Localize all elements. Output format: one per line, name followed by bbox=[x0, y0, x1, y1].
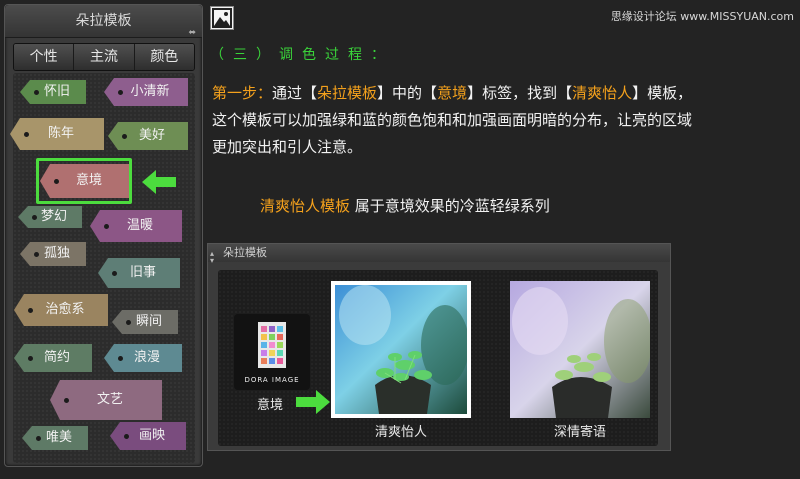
tag-old-things[interactable]: 旧事 bbox=[98, 258, 180, 288]
tab-color[interactable]: 颜色 bbox=[134, 44, 194, 70]
tag-dreamy[interactable]: 梦幻 bbox=[18, 206, 82, 228]
para-text-3: 】标签，找到【 bbox=[467, 84, 573, 102]
para-text-2: 】中的【 bbox=[377, 84, 438, 102]
highlight-tag-name: 意境 bbox=[437, 84, 468, 102]
tag-moment[interactable]: 瞬间 bbox=[112, 310, 178, 334]
highlight-preset-name: 清爽怡人 bbox=[572, 84, 633, 102]
panel-tabs: 个性 主流 颜色 bbox=[13, 43, 195, 71]
tag-warm[interactable]: 温暖 bbox=[90, 210, 182, 242]
drag-handle-icon[interactable]: ▴ ▾ bbox=[210, 250, 214, 265]
tab-personality[interactable]: 个性 bbox=[14, 44, 75, 70]
plant-photo-fresh bbox=[335, 285, 469, 414]
para-line-2: 这个模板可以加强绿和蓝的颜色饱和和加强画面明暗的分布，让亮的区域 bbox=[212, 111, 693, 129]
logo-label: 意境 bbox=[256, 398, 283, 413]
dora-grid-icon bbox=[258, 322, 286, 368]
tag-simple[interactable]: 简约 bbox=[14, 344, 92, 372]
thumb1-label: 清爽怡人 bbox=[374, 425, 427, 440]
tag-lonely[interactable]: 孤独 bbox=[20, 242, 86, 266]
left-arrow-icon bbox=[142, 170, 176, 194]
tab-mainstream[interactable]: 主流 bbox=[74, 44, 135, 70]
thumb2-label: 深情寄语 bbox=[553, 425, 606, 440]
para-text-4: 】模板， bbox=[632, 84, 693, 102]
dora-image-logo[interactable]: DORA IMAGE bbox=[234, 314, 310, 390]
preview-body: DORA IMAGE 意境 清爽怡人 深情寄语 bbox=[218, 270, 658, 446]
image-icon bbox=[210, 6, 234, 30]
preset-caption: 清爽怡人模板 属于意境效果的冷蓝轻绿系列 bbox=[260, 195, 550, 216]
preset-caption-desc: 属于意境效果的冷蓝轻绿系列 bbox=[350, 197, 550, 215]
plant-photo-warm bbox=[510, 281, 652, 418]
right-arrow-icon bbox=[296, 390, 330, 414]
step-description: 第一步：通过【朵拉模板】中的【意境】标签，找到【清爽怡人】模板， 这个模板可以加… bbox=[212, 80, 792, 161]
tag-fresh[interactable]: 小清新 bbox=[104, 78, 188, 106]
tag-beautiful[interactable]: 美好 bbox=[108, 122, 188, 150]
logo-text: DORA IMAGE bbox=[244, 376, 300, 384]
preset-thumbnail[interactable] bbox=[510, 281, 652, 418]
tag-nostalgia[interactable]: 怀旧 bbox=[20, 80, 86, 104]
para-text-1: 通过【 bbox=[272, 84, 318, 102]
tag-romantic[interactable]: 浪漫 bbox=[104, 344, 182, 372]
tag-exquisite[interactable]: 唯美 bbox=[22, 426, 88, 450]
site-watermark: 思缘设计论坛 www.MISSYUAN.com bbox=[610, 10, 794, 23]
para-line-3: 更加突出和引人注意。 bbox=[212, 138, 363, 156]
section-title: （三）调色过程： bbox=[210, 47, 394, 63]
resize-arrows-icon[interactable]: ⬌ bbox=[188, 29, 196, 38]
preview-title: 朵拉模板 bbox=[208, 244, 670, 262]
selected-tag-highlight bbox=[36, 158, 132, 204]
tag-healing[interactable]: 治愈系 bbox=[14, 294, 108, 326]
template-preview-window: 朵拉模板 ▴ ▾ DORA IMAGE 意境 清爽怡人 深情寄语 bbox=[207, 243, 671, 451]
highlight-template-name: 朵拉模板 bbox=[317, 84, 378, 102]
panel-title: 朵拉模板 bbox=[5, 5, 202, 38]
preset-caption-name: 清爽怡人模板 bbox=[260, 197, 351, 215]
preset-thumbnail-selected[interactable] bbox=[331, 281, 471, 418]
tag-film[interactable]: 画映 bbox=[110, 422, 186, 450]
step-label: 第一步： bbox=[212, 84, 273, 102]
tag-aged[interactable]: 陈年 bbox=[10, 118, 104, 150]
tag-literary[interactable]: 文艺 bbox=[50, 380, 162, 420]
